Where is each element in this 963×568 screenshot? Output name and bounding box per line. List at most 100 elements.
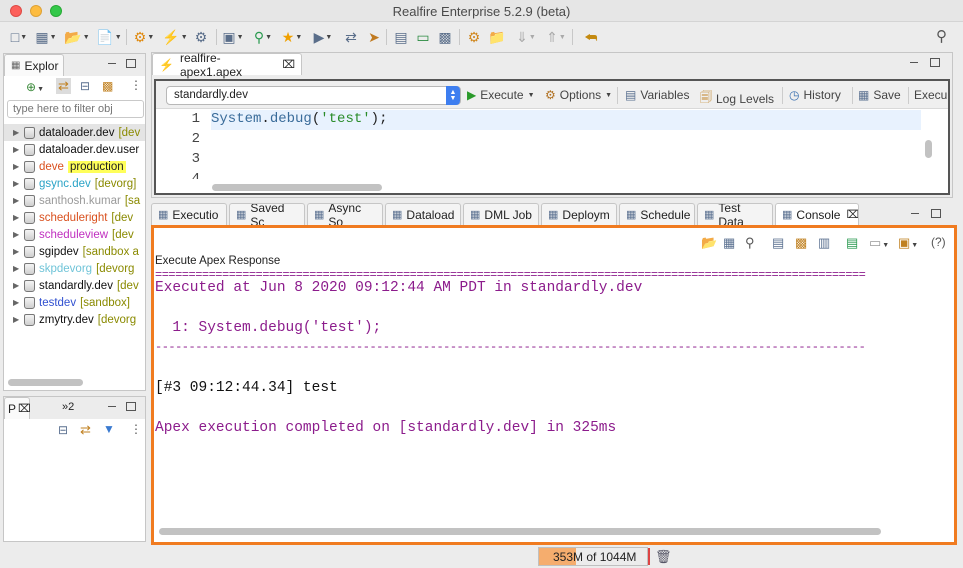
history-button[interactable]: ◷ History: [789, 88, 841, 102]
search-icon[interactable]: ⚲: [936, 27, 947, 45]
expand-arrow-icon[interactable]: ▶: [13, 230, 22, 239]
clear-icon[interactable]: ▤: [772, 235, 784, 251]
tree-item[interactable]: ▶ standardly.dev [dev: [4, 277, 145, 294]
trash-icon[interactable]: 🗑: [655, 549, 672, 565]
tab-deploym[interactable]: ▦ Deploym: [541, 203, 617, 225]
tree-item[interactable]: ▶ santhosh.kumar [sa: [4, 192, 145, 209]
expand-arrow-icon[interactable]: ▶: [13, 162, 22, 171]
code-editor[interactable]: 1 2 3 4 System.debug('test');: [156, 110, 948, 191]
code-scrollbar[interactable]: [925, 140, 932, 158]
add-org-icon[interactable]: ⊕▼: [26, 80, 44, 94]
minimize-view-button[interactable]: [909, 208, 921, 220]
document-icon[interactable]: 📄 ▼: [96, 27, 121, 47]
tree-item[interactable]: ▶ skpdevorg [devorg: [4, 260, 145, 277]
vf-icon[interactable]: ▭: [412, 27, 434, 47]
save-icon[interactable]: ▦: [723, 235, 735, 251]
expand-arrow-icon[interactable]: ▶: [13, 281, 22, 290]
minimize-view-button[interactable]: [106, 58, 118, 70]
heap-status[interactable]: 353M of 1044M: [538, 547, 650, 566]
tree-item[interactable]: ▶ sgipdev [sandbox a: [4, 243, 145, 260]
open-folder-icon[interactable]: 📂 ▼: [64, 27, 89, 47]
rocket-icon[interactable]: ➤: [363, 27, 385, 47]
view-menu-icon[interactable]: ⋮: [130, 422, 142, 436]
link-icon[interactable]: ⇄: [80, 422, 91, 438]
group-icon[interactable]: ▩: [102, 79, 113, 93]
tab-executio[interactable]: ▦ Executio: [151, 203, 227, 225]
tab-dataload[interactable]: ▦ Dataload: [385, 203, 461, 225]
tree-item[interactable]: ▶ gsync.dev [devorg]: [4, 175, 145, 192]
back-icon[interactable]: ⮪: [580, 27, 602, 47]
tab-test-data[interactable]: ▦ Test Data: [697, 203, 773, 225]
maximize-view-button[interactable]: [126, 402, 136, 411]
tab-async-so[interactable]: ▦ Async So: [307, 203, 383, 225]
expand-arrow-icon[interactable]: ▶: [13, 179, 22, 188]
maximize-view-button[interactable]: [930, 58, 940, 67]
database-icon[interactable]: ▤: [390, 27, 412, 47]
maximize-view-button[interactable]: [126, 59, 136, 68]
tab-console[interactable]: ▦ Console ⌧: [775, 203, 859, 225]
tab-editor[interactable]: ⚡ realfire-apex1.apex ⌧: [152, 51, 302, 79]
find-icon[interactable]: ⚲: [745, 235, 755, 251]
new-icon[interactable]: □ ▼: [8, 27, 30, 47]
deploy-icon[interactable]: ▶ ▼: [312, 27, 334, 47]
close-tab-icon[interactable]: ⌧: [18, 402, 31, 415]
code-hscrollbar[interactable]: [212, 184, 382, 191]
console-scrollbar[interactable]: [159, 528, 881, 535]
tab-explorer[interactable]: ▦ Explor: [4, 54, 64, 76]
sync-icon[interactable]: ⇄: [340, 27, 362, 47]
expand-arrow-icon[interactable]: ▶: [13, 128, 22, 137]
down-arrow-icon[interactable]: ⇓ ▼: [515, 27, 537, 47]
expand-arrow-icon[interactable]: ▶: [13, 298, 22, 307]
component-icon[interactable]: ▣ ▼: [222, 27, 244, 47]
view-menu-icon[interactable]: ⋮: [130, 78, 142, 92]
tree-item[interactable]: ▶ dataloader.dev [dev: [4, 124, 145, 141]
save-icon[interactable]: ▦ ▼: [35, 27, 57, 47]
log-levels-button[interactable]: 🗐 Log Levels: [700, 88, 774, 109]
tree-item[interactable]: ▶ dataloader.dev.user: [4, 141, 145, 158]
expand-arrow-icon[interactable]: ▶: [13, 247, 22, 256]
explorer-filter-input[interactable]: [7, 100, 144, 118]
query-icon[interactable]: ⚲ ▼: [252, 27, 274, 47]
star-icon[interactable]: ★ ▼: [281, 27, 303, 47]
org-select[interactable]: standardly.dev ▲ ▼: [166, 86, 461, 105]
apex-icon[interactable]: ⚙ ▼: [133, 27, 155, 47]
more-views-indicator[interactable]: »2: [62, 401, 74, 413]
folder-icon[interactable]: 📁: [486, 27, 508, 47]
tab-schedule[interactable]: ▦ Schedule: [619, 203, 695, 225]
expand-arrow-icon[interactable]: ▶: [13, 213, 22, 222]
expand-arrow-icon[interactable]: ▶: [13, 264, 22, 273]
close-tab-icon[interactable]: ⌧: [846, 208, 858, 221]
tree-item[interactable]: ▶ scheduleright [dev: [4, 209, 145, 226]
compare-icon[interactable]: ▩: [434, 27, 456, 47]
word-wrap-icon[interactable]: ▥: [818, 235, 830, 251]
variables-button[interactable]: ▤ Variables: [625, 88, 689, 102]
options-button[interactable]: ⚙ Options ▼: [545, 88, 612, 102]
open-folder-icon[interactable]: 📂: [701, 235, 717, 251]
display-console-icon[interactable]: ▭▼: [869, 235, 889, 251]
execute-button[interactable]: ▶ Execute ▼: [467, 88, 535, 102]
maximize-view-button[interactable]: [931, 209, 941, 218]
tree-item[interactable]: ▶ testdev [sandbox]: [4, 294, 145, 311]
filter-icon[interactable]: ▼: [103, 422, 115, 436]
link-editor-icon[interactable]: ⇄: [56, 78, 71, 94]
execute-anonymous-button[interactable]: Execu: [914, 88, 947, 102]
scroll-lock-icon[interactable]: ▩: [795, 235, 807, 251]
pin-icon[interactable]: ▤: [846, 235, 858, 251]
tab-saved-sc[interactable]: ▦ Saved Sc: [229, 203, 305, 225]
collapse-all-icon[interactable]: ⊟: [80, 79, 90, 93]
close-tab-icon[interactable]: ⌧: [282, 58, 295, 71]
expand-arrow-icon[interactable]: ▶: [13, 145, 22, 154]
settings-icon[interactable]: ⚙: [463, 27, 485, 47]
save-button[interactable]: ▦ Save: [858, 88, 901, 102]
tab-properties[interactable]: P ⌧: [4, 397, 31, 419]
help-icon[interactable]: (?): [931, 235, 946, 249]
collapse-all-icon[interactable]: ⊟: [58, 423, 68, 437]
explorer-scrollbar[interactable]: [8, 379, 83, 386]
lightning-icon[interactable]: ⚡ ▼: [162, 27, 187, 47]
tree-item[interactable]: ▶ zmytry.dev [devorg: [4, 311, 145, 328]
minimize-view-button[interactable]: [908, 57, 920, 69]
expand-arrow-icon[interactable]: ▶: [13, 315, 22, 324]
up-arrow-icon[interactable]: ⇑ ▼: [545, 27, 567, 47]
minimize-view-button[interactable]: [106, 401, 118, 413]
tree-item[interactable]: ▶ scheduleview [dev: [4, 226, 145, 243]
